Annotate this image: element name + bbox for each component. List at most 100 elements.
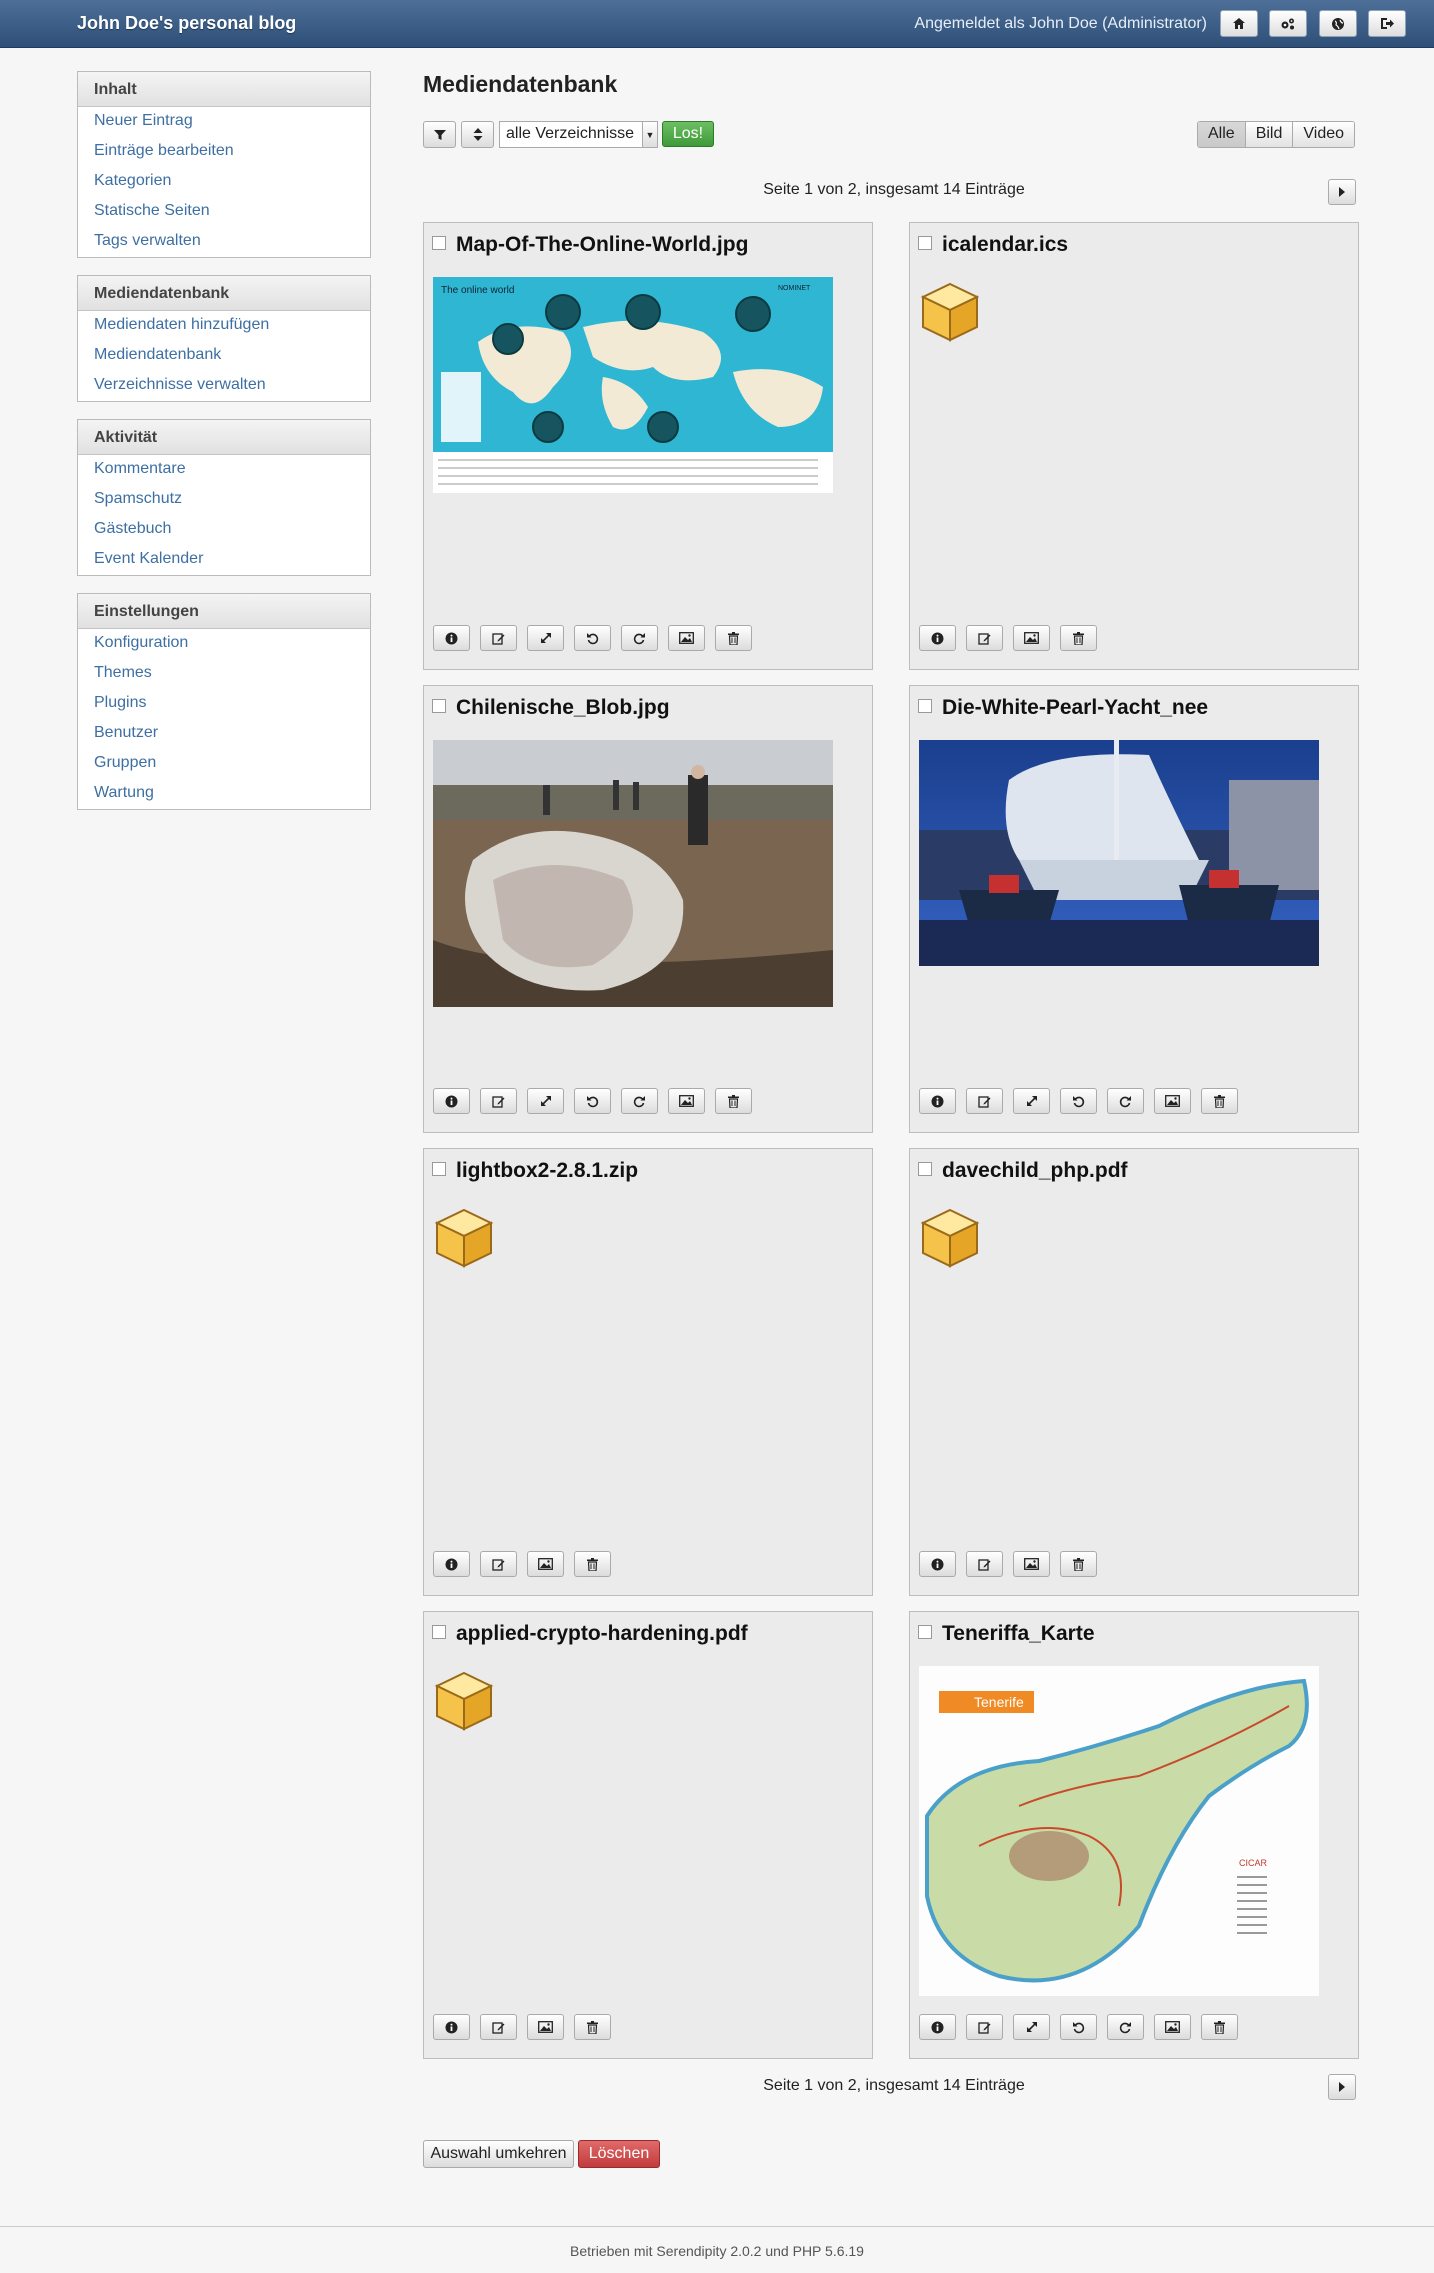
filter-all-button[interactable]: Alle (1198, 122, 1245, 147)
sidebar-item-media-library[interactable]: Mediendatenbank (78, 341, 370, 371)
sidebar-item-themes[interactable]: Themes (78, 659, 370, 689)
package-icon[interactable] (433, 1207, 495, 1269)
delete-button[interactable] (1201, 2014, 1238, 2040)
rotate-left-button[interactable] (574, 625, 611, 651)
sidebar-item-spam-protection[interactable]: Spamschutz (78, 485, 370, 515)
delete-button[interactable] (715, 1088, 752, 1114)
sidebar-item-plugins[interactable]: Plugins (78, 689, 370, 719)
file-name[interactable]: Chilenische_Blob.jpg (456, 696, 670, 720)
package-icon[interactable] (919, 1207, 981, 1269)
sidebar-item-users[interactable]: Benutzer (78, 719, 370, 749)
info-button[interactable] (919, 1551, 956, 1577)
rotate-left-button[interactable] (1060, 2014, 1097, 2040)
file-name[interactable]: Die-White-Pearl-Yacht_nee (942, 696, 1208, 720)
file-name[interactable]: lightbox2-2.8.1.zip (456, 1159, 638, 1183)
sidebar-item-configuration[interactable]: Konfiguration (78, 629, 370, 659)
rotate-right-button[interactable] (621, 1088, 658, 1114)
select-checkbox[interactable] (432, 1625, 446, 1639)
select-checkbox[interactable] (918, 699, 932, 713)
view-site-button[interactable] (1319, 10, 1357, 37)
edit-button[interactable] (966, 1088, 1003, 1114)
rotate-right-button[interactable] (1107, 1088, 1144, 1114)
info-button[interactable] (919, 1088, 956, 1114)
next-page-button-top[interactable] (1328, 179, 1356, 205)
edit-button[interactable] (480, 625, 517, 651)
file-name[interactable]: davechild_php.pdf (942, 1159, 1128, 1183)
sidebar-item-event-calendar[interactable]: Event Kalender (78, 545, 370, 575)
blob-thumbnail[interactable] (433, 740, 833, 1007)
blog-title[interactable]: John Doe's personal blog (77, 13, 296, 34)
select-checkbox[interactable] (432, 699, 446, 713)
image-button[interactable] (527, 1551, 564, 1577)
resize-button[interactable] (527, 1088, 564, 1114)
sidebar-item-categories[interactable]: Kategorien (78, 167, 370, 197)
sidebar-item-tags[interactable]: Tags verwalten (78, 227, 370, 257)
go-button[interactable]: Los! (662, 121, 714, 147)
rotate-right-button[interactable] (621, 625, 658, 651)
select-checkbox[interactable] (918, 1162, 932, 1176)
sidebar-item-edit-entries[interactable]: Einträge bearbeiten (78, 137, 370, 167)
delete-button[interactable] (715, 625, 752, 651)
edit-button[interactable] (966, 2014, 1003, 2040)
delete-button[interactable] (1060, 625, 1097, 651)
select-checkbox[interactable] (918, 236, 932, 250)
file-name[interactable]: icalendar.ics (942, 233, 1068, 257)
rotate-right-button[interactable] (1107, 2014, 1144, 2040)
sidebar-item-maintenance[interactable]: Wartung (78, 779, 370, 809)
filter-video-button[interactable]: Video (1292, 122, 1355, 147)
edit-button[interactable] (480, 2014, 517, 2040)
info-button[interactable] (433, 2014, 470, 2040)
rotate-left-button[interactable] (574, 1088, 611, 1114)
image-button[interactable] (668, 625, 705, 651)
delete-button[interactable] (1201, 1088, 1238, 1114)
yacht-thumbnail[interactable] (919, 740, 1319, 966)
filter-image-button[interactable]: Bild (1244, 122, 1293, 147)
map-thumbnail[interactable]: The online world NOMINET (433, 277, 833, 493)
file-name[interactable]: Teneriffa_Karte (942, 1622, 1095, 1646)
directory-select[interactable]: alle Verzeichnisse ▼ (499, 121, 658, 148)
sidebar-item-groups[interactable]: Gruppen (78, 749, 370, 779)
edit-button[interactable] (966, 625, 1003, 651)
file-name[interactable]: Map-Of-The-Online-World.jpg (456, 233, 748, 257)
next-page-button-bottom[interactable] (1328, 2074, 1356, 2100)
rotate-left-button[interactable] (1060, 1088, 1097, 1114)
edit-button[interactable] (480, 1088, 517, 1114)
filter-toggle-button[interactable] (423, 121, 456, 148)
delete-selected-button[interactable]: Löschen (578, 2140, 660, 2168)
delete-button[interactable] (574, 2014, 611, 2040)
package-icon[interactable] (919, 281, 981, 343)
resize-button[interactable] (527, 625, 564, 651)
package-icon[interactable] (433, 1670, 495, 1732)
image-button[interactable] (1154, 2014, 1191, 2040)
edit-button[interactable] (966, 1551, 1003, 1577)
image-button[interactable] (1013, 1551, 1050, 1577)
select-checkbox[interactable] (432, 1162, 446, 1176)
info-button[interactable] (433, 625, 470, 651)
sidebar-item-static-pages[interactable]: Statische Seiten (78, 197, 370, 227)
delete-button[interactable] (1060, 1551, 1097, 1577)
sidebar-item-add-media[interactable]: Mediendaten hinzufügen (78, 311, 370, 341)
sidebar-item-manage-directories[interactable]: Verzeichnisse verwalten (78, 371, 370, 401)
image-button[interactable] (1013, 625, 1050, 651)
image-button[interactable] (1154, 1088, 1191, 1114)
delete-button[interactable] (574, 1551, 611, 1577)
info-button[interactable] (919, 2014, 956, 2040)
settings-button[interactable] (1269, 10, 1307, 37)
edit-button[interactable] (480, 1551, 517, 1577)
sidebar-item-comments[interactable]: Kommentare (78, 455, 370, 485)
info-button[interactable] (919, 625, 956, 651)
info-button[interactable] (433, 1551, 470, 1577)
sort-toggle-button[interactable] (461, 121, 494, 148)
tenerife-thumbnail[interactable]: Tenerife CICAR (919, 1666, 1319, 1996)
image-button[interactable] (668, 1088, 705, 1114)
sidebar-item-guestbook[interactable]: Gästebuch (78, 515, 370, 545)
sidebar-item-new-entry[interactable]: Neuer Eintrag (78, 107, 370, 137)
info-button[interactable] (433, 1088, 470, 1114)
image-button[interactable] (527, 2014, 564, 2040)
invert-selection-button[interactable]: Auswahl umkehren (423, 2140, 574, 2168)
home-button[interactable] (1220, 10, 1258, 37)
select-checkbox[interactable] (918, 1625, 932, 1639)
file-name[interactable]: applied-crypto-hardening.pdf (456, 1622, 748, 1646)
select-checkbox[interactable] (432, 236, 446, 250)
resize-button[interactable] (1013, 1088, 1050, 1114)
